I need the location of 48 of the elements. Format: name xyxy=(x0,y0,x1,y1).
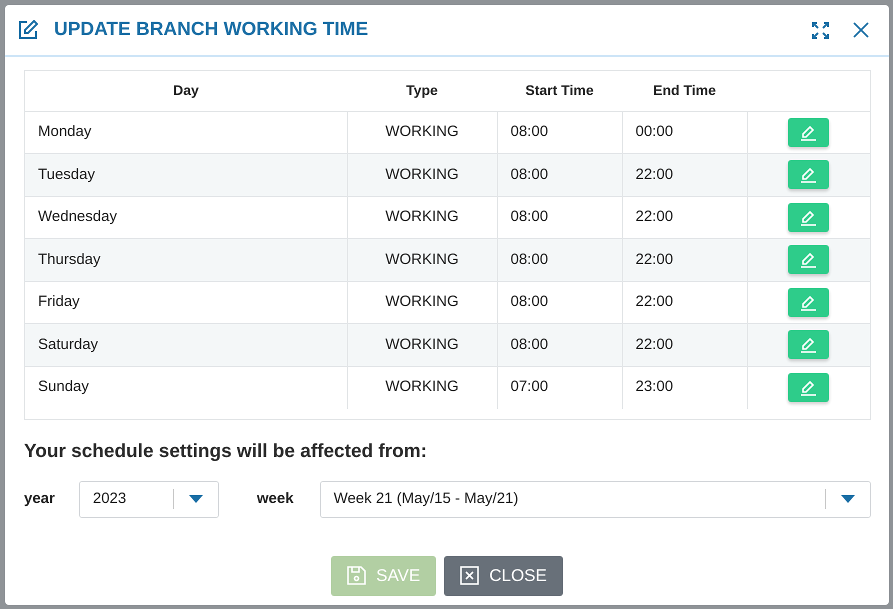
day-cell: Tuesday xyxy=(25,154,347,196)
pencil-icon xyxy=(800,166,818,184)
type-cell: WORKING xyxy=(347,154,497,196)
expand-button[interactable] xyxy=(812,22,829,38)
start-time-cell: 08:00 xyxy=(497,238,622,281)
day-cell: Saturday xyxy=(25,324,347,366)
type-cell: WORKING xyxy=(347,324,497,366)
day-cell: Sunday xyxy=(25,366,347,408)
column-header: Type xyxy=(347,71,497,111)
pencil-icon xyxy=(800,251,818,268)
edit-button[interactable] xyxy=(788,160,830,190)
close-button[interactable] xyxy=(853,22,869,38)
pencil-icon xyxy=(800,336,818,354)
end-time-cell: 22:00 xyxy=(622,324,747,366)
section-heading: Your schedule settings will be affected from: xyxy=(24,440,428,464)
type-cell: WORKING xyxy=(347,238,497,281)
edit-button[interactable] xyxy=(788,245,830,274)
edit-button[interactable] xyxy=(788,373,830,402)
save-icon xyxy=(347,566,366,585)
end-time-cell: 23:00 xyxy=(622,366,747,408)
dialog-title: UPDATE BRANCH WORKING TIME xyxy=(54,18,368,42)
close-box-icon xyxy=(460,566,480,585)
day-cell: Thursday xyxy=(25,238,347,281)
edit-button[interactable] xyxy=(788,330,830,360)
end-time-cell: 22:00 xyxy=(622,154,747,196)
start-time-cell: 08:00 xyxy=(497,154,622,196)
week-label: week xyxy=(256,488,294,509)
pencil-icon xyxy=(800,294,818,311)
caret-icon xyxy=(841,495,855,503)
edit-icon xyxy=(18,20,38,40)
edit-button[interactable] xyxy=(788,202,830,232)
column-header: Start Time xyxy=(497,71,622,111)
year-label: year xyxy=(24,488,55,509)
start-time-cell: 08:00 xyxy=(497,324,622,366)
column-header: End Time xyxy=(622,71,747,111)
year-select[interactable]: 2023 xyxy=(78,480,219,518)
pencil-icon xyxy=(800,124,818,141)
edit-button[interactable] xyxy=(788,288,830,317)
type-cell: WORKING xyxy=(347,366,497,408)
week-select[interactable]: Week 21 (May/15 - May/21) xyxy=(320,480,871,518)
caret-icon xyxy=(188,495,203,503)
end-time-cell: 22:00 xyxy=(622,238,747,281)
start-time-cell: 07:00 xyxy=(497,366,622,408)
close-button[interactable]: CLOSE xyxy=(444,556,563,596)
edit-button[interactable] xyxy=(788,118,830,147)
pencil-icon xyxy=(800,208,818,226)
pencil-icon xyxy=(800,379,818,396)
column-header: Day xyxy=(25,71,347,111)
